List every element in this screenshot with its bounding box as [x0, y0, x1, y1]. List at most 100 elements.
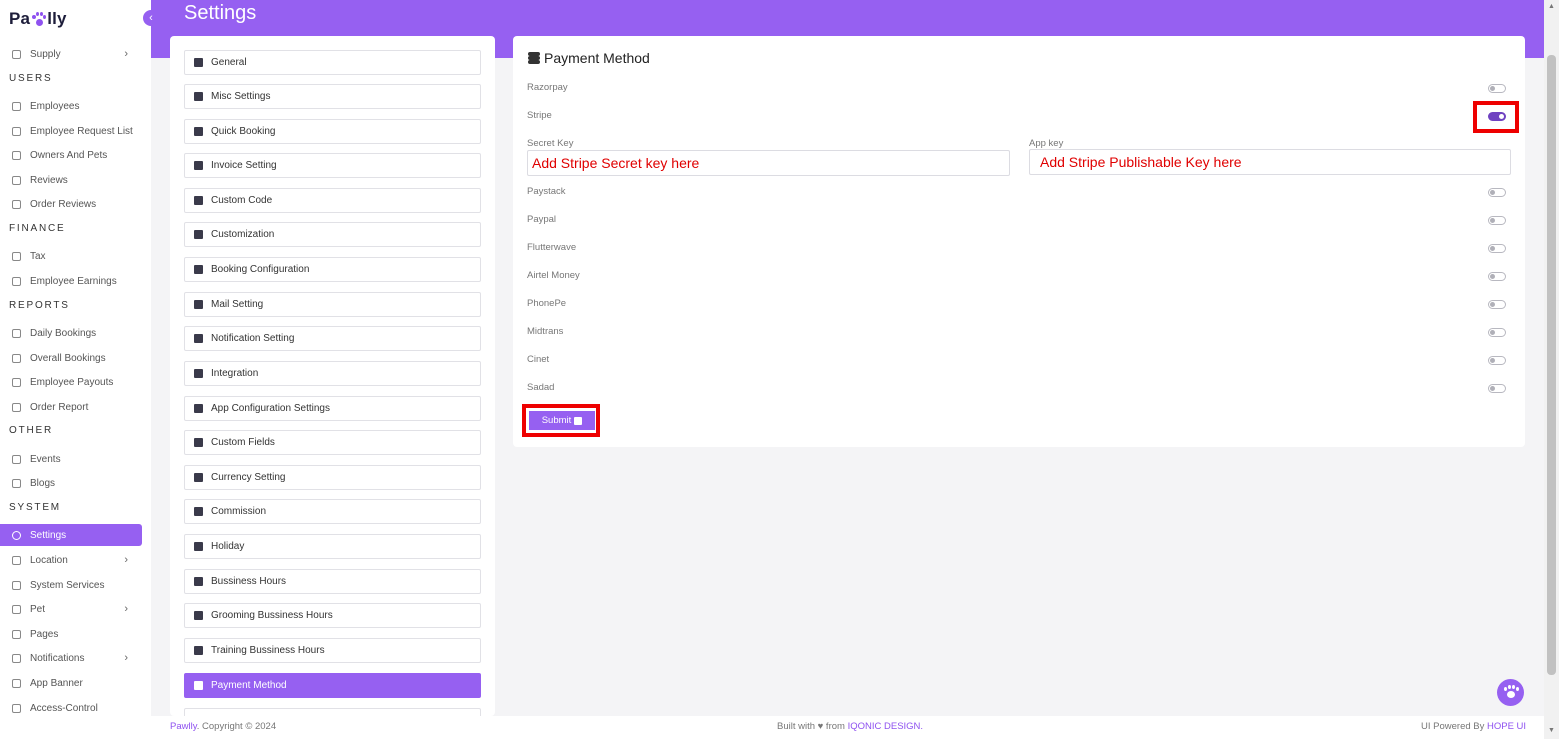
sidebar-item-pet[interactable]: Pet ›: [0, 598, 142, 620]
app-key-label: App key: [1029, 138, 1064, 149]
sidebar-item-label: Location: [30, 554, 68, 566]
menu-item-label: Mail Setting: [211, 299, 264, 310]
menu-item-custom-fields[interactable]: Custom Fields: [184, 430, 481, 455]
sidebar-item-app-banner[interactable]: App Banner: [0, 672, 142, 694]
footer-iqonic-link[interactable]: IQONIC DESIGN.: [848, 721, 923, 732]
scroll-up-icon[interactable]: ▲: [1548, 3, 1555, 10]
sidebar-item-employees[interactable]: Employees: [0, 95, 142, 117]
menu-item-quick-booking[interactable]: Quick Booking: [184, 119, 481, 144]
footer-built-with-text: Built with ♥ from: [777, 721, 848, 732]
footer-hope-ui-link[interactable]: HOPE UI: [1487, 721, 1526, 732]
sidebar-item-location[interactable]: Location ›: [0, 549, 142, 571]
sidebar-item-tax[interactable]: Tax: [0, 245, 142, 267]
secret-key-input[interactable]: [527, 150, 1010, 176]
menu-item-label: Quick Booking: [211, 126, 276, 137]
menu-item-invoice-setting[interactable]: Invoice Setting: [184, 153, 481, 178]
menu-item-next[interactable]: [184, 708, 481, 716]
sidebar-item-overall-bookings[interactable]: Overall Bookings: [0, 347, 142, 369]
sidebar-item-reviews[interactable]: Reviews: [0, 169, 142, 191]
footer-brand-link[interactable]: Pawlly: [170, 721, 197, 732]
menu-item-customization[interactable]: Customization: [184, 222, 481, 247]
sadad-toggle[interactable]: [1488, 384, 1506, 393]
scroll-down-icon[interactable]: ▼: [1548, 727, 1555, 734]
menu-item-label: Booking Configuration: [211, 264, 310, 275]
gateway-label-phonepe: PhonePe: [527, 298, 567, 309]
sidebar-item-label: Notifications: [30, 652, 85, 664]
paper-plane-icon: [194, 127, 203, 136]
sidebar-item-label: Order Report: [30, 401, 89, 413]
sidebar-item-access-control[interactable]: Access-Control: [0, 697, 142, 719]
menu-item-general[interactable]: General: [184, 50, 481, 75]
sidebar-item-settings[interactable]: Settings: [0, 524, 142, 546]
gear-icon: [12, 530, 21, 540]
menu-item-currency-setting[interactable]: Currency Setting: [184, 465, 481, 490]
sidebar-item-owners-and-pets[interactable]: Owners And Pets: [0, 144, 142, 166]
paw-icon: [12, 150, 21, 160]
sidebar-item-label: Owners And Pets: [30, 149, 108, 161]
flutterwave-toggle[interactable]: [1488, 244, 1506, 253]
menu-item-commission[interactable]: Commission: [184, 499, 481, 524]
sidebar-item-label: Pet: [30, 603, 46, 615]
sidebar-section-reports: REPORTS: [9, 300, 70, 311]
app-key-input[interactable]: [1029, 149, 1511, 175]
midtrans-toggle[interactable]: [1488, 328, 1506, 337]
sidebar-item-label: Reviews: [30, 174, 68, 186]
menu-item-bussiness-hours[interactable]: Bussiness Hours: [184, 569, 481, 594]
payment-method-title: Payment Method: [528, 50, 650, 66]
sidebar-item-employee-earnings[interactable]: Employee Earnings: [0, 270, 142, 292]
sidebar-item-system-services[interactable]: System Services: [0, 574, 142, 596]
calendar-icon: [194, 542, 203, 551]
sidebar-item-employee-payouts[interactable]: Employee Payouts: [0, 371, 142, 393]
gateway-label-razorpay: Razorpay: [527, 82, 568, 93]
menu-item-training-bussiness-hours[interactable]: Training Bussiness Hours: [184, 638, 481, 663]
menu-item-holiday[interactable]: Holiday: [184, 534, 481, 559]
paystack-toggle[interactable]: [1488, 188, 1506, 197]
app-logo[interactable]: Pa lly: [9, 9, 67, 29]
airtel-money-toggle[interactable]: [1488, 272, 1506, 281]
menu-item-integration[interactable]: Integration: [184, 361, 481, 386]
sidebar-item-pages[interactable]: Pages: [0, 623, 142, 645]
page-scrollbar[interactable]: ▲ ▼: [1544, 0, 1559, 739]
payment-method-title-text: Payment Method: [544, 50, 650, 66]
menu-item-misc-settings[interactable]: Misc Settings: [184, 84, 481, 109]
gateway-label-paystack: Paystack: [527, 186, 566, 197]
dollar-icon: [194, 473, 203, 482]
sidebar-item-blogs[interactable]: Blogs: [0, 472, 142, 494]
sidebar-item-supply[interactable]: Supply ›: [0, 43, 142, 65]
sidebar-item-label: Employees: [30, 100, 80, 112]
cinet-toggle[interactable]: [1488, 356, 1506, 365]
chart-icon: [12, 402, 21, 412]
menu-item-notification-setting[interactable]: Notification Setting: [184, 326, 481, 351]
paypal-toggle[interactable]: [1488, 216, 1506, 225]
sidebar-section-finance: FINANCE: [9, 223, 66, 234]
clock-icon: [194, 611, 203, 620]
scrollbar-thumb[interactable]: [1547, 55, 1556, 675]
menu-item-mail-setting[interactable]: Mail Setting: [184, 292, 481, 317]
sidebar-item-notifications[interactable]: Notifications ›: [0, 647, 142, 669]
menu-item-label: Customization: [211, 229, 275, 240]
footer-built-with: Built with ♥ from IQONIC DESIGN.: [777, 721, 923, 732]
clock-icon: [194, 577, 203, 586]
sidebar: Pa lly Supply › USERS Employees Employee…: [0, 0, 151, 739]
phonepe-toggle[interactable]: [1488, 300, 1506, 309]
menu-item-app-configuration-settings[interactable]: App Configuration Settings: [184, 396, 481, 421]
submit-button[interactable]: Submit: [529, 411, 595, 430]
menu-item-payment-method[interactable]: Payment Method: [184, 673, 481, 698]
stripe-toggle[interactable]: [1488, 112, 1506, 121]
sidebar-item-daily-bookings[interactable]: Daily Bookings: [0, 322, 142, 344]
sidebar-item-order-report[interactable]: Order Report: [0, 396, 142, 418]
menu-item-label: Custom Code: [211, 195, 273, 206]
sidebar-item-label: System Services: [30, 579, 105, 591]
sidebar-item-order-reviews[interactable]: Order Reviews: [0, 193, 142, 215]
sidebar-collapse-button[interactable]: ‹: [143, 10, 159, 26]
menu-item-booking-configuration[interactable]: Booking Configuration: [184, 257, 481, 282]
sidebar-item-events[interactable]: Events: [0, 448, 142, 470]
calendar-icon: [12, 101, 21, 111]
percent-icon: [194, 507, 203, 516]
floating-paw-button[interactable]: [1497, 679, 1524, 706]
sidebar-item-employee-request-list[interactable]: Employee Request List: [0, 120, 142, 142]
razorpay-toggle[interactable]: [1488, 84, 1506, 93]
menu-item-grooming-bussiness-hours[interactable]: Grooming Bussiness Hours: [184, 603, 481, 628]
menu-item-label: Misc Settings: [211, 91, 271, 102]
menu-item-custom-code[interactable]: Custom Code: [184, 188, 481, 213]
